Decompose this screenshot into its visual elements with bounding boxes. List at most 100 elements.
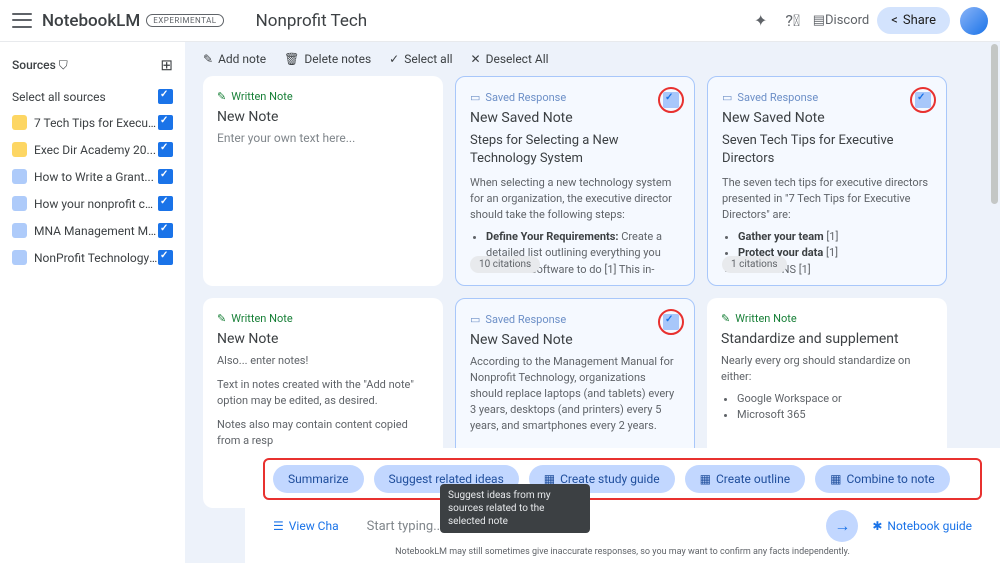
select-all-sources[interactable]: Select all sources — [6, 84, 179, 109]
select-all-checkbox[interactable] — [158, 89, 173, 104]
card-label: ✎Written Note — [217, 90, 429, 103]
card-label: ✎Written Note — [217, 312, 429, 325]
doc-icon: ▦ — [830, 472, 841, 486]
note-card[interactable]: ▭Saved Response New Saved Note Seven Tech … — [707, 76, 947, 286]
source-label: How to Write a Grant... — [34, 170, 158, 184]
source-icon — [12, 169, 27, 184]
list-icon: ☰ — [273, 519, 284, 533]
app-logo: NotebookLM — [42, 11, 140, 31]
selection-ring — [658, 309, 684, 335]
source-item[interactable]: How your nonprofit ca... — [6, 190, 179, 217]
card-label: ▭Saved Response — [470, 313, 680, 326]
notebook-guide-button[interactable]: ✱Notebook guide — [872, 519, 972, 533]
card-text: Text in notes created with the "Add note… — [217, 377, 429, 409]
card-label: ▭Saved Response — [470, 91, 680, 104]
action-combine-to-note[interactable]: ▦Combine to note — [815, 465, 950, 493]
add-source-icon[interactable]: ⊞ — [160, 56, 173, 74]
bookmark-icon: ▭ — [722, 91, 732, 104]
shield-icon: ⛉ — [59, 58, 68, 72]
card-subtitle: Seven Tech Tips for Executive Directors — [722, 132, 932, 167]
source-item[interactable]: NonProfit Technology ... — [6, 244, 179, 271]
delete-notes-button[interactable]: 🗑Delete notes — [284, 52, 371, 66]
source-icon — [12, 115, 27, 130]
card-title: New Saved Note — [470, 332, 680, 348]
card-checkbox[interactable] — [663, 92, 679, 108]
card-text: When selecting a new technology system f… — [470, 175, 680, 223]
help-icon[interactable]: ?⃝ — [779, 7, 807, 35]
card-subtitle: Steps for Selecting a New Technology Sys… — [470, 132, 680, 167]
scrollbar[interactable] — [991, 44, 998, 204]
card-title: New Saved Note — [722, 110, 932, 126]
main-content: ✎Add note 🗑Delete notes ✓Select all ✕Des… — [185, 42, 1000, 563]
source-icon — [12, 142, 27, 157]
sparkle-icon: ✱ — [872, 519, 882, 533]
card-title: New Note — [217, 109, 429, 125]
source-checkbox[interactable] — [158, 223, 173, 238]
card-label: ▭Saved Response — [722, 91, 932, 104]
source-item[interactable]: 7 Tech Tips for Executi... — [6, 109, 179, 136]
pencil-icon: ✎ — [203, 52, 213, 66]
note-card[interactable]: ✎Written Note New Note Enter your own text… — [203, 76, 443, 286]
share-button[interactable]: <Share — [877, 7, 950, 34]
share-icon: < — [891, 13, 898, 28]
card-text: Also... enter notes! — [217, 353, 429, 369]
sources-sidebar: Sources ⛉ ⊞ Select all sources 7 Tech Ti… — [0, 42, 185, 563]
source-icon — [12, 196, 27, 211]
notes-grid: ✎Written Note New Note Enter your own text… — [185, 76, 1000, 508]
suggested-actions: SummarizeSuggest related ideas▦Create st… — [263, 458, 982, 500]
source-checkbox[interactable] — [158, 169, 173, 184]
check-icon: ✓ — [389, 52, 399, 66]
sources-heading: Sources ⛉ ⊞ — [6, 52, 179, 84]
send-button[interactable]: → — [826, 510, 858, 542]
action-summarize[interactable]: Summarize — [273, 465, 364, 493]
source-checkbox[interactable] — [158, 196, 173, 211]
note-card[interactable]: ▭Saved Response New Saved Note Steps for S… — [455, 76, 695, 286]
card-text: Notes also may contain content copied fr… — [217, 417, 429, 449]
trash-icon: 🗑 — [284, 52, 299, 66]
card-label: ✎Written Note — [721, 312, 933, 325]
user-avatar[interactable] — [960, 7, 988, 35]
source-item[interactable]: MNA Management Ma... — [6, 217, 179, 244]
card-text: The seven tech tips for executive direct… — [722, 175, 932, 223]
x-icon: ✕ — [471, 52, 481, 66]
sparkle-icon[interactable]: ✦ — [747, 7, 775, 35]
card-text: According to the Management Manual for N… — [470, 354, 680, 434]
experimental-badge: EXPERIMENTAL — [146, 14, 223, 27]
source-label: How your nonprofit ca... — [34, 197, 158, 211]
source-label: 7 Tech Tips for Executi... — [34, 116, 158, 130]
discord-link[interactable]: ▤ Discord — [813, 13, 870, 28]
deselect-all-button[interactable]: ✕Deselect All — [471, 52, 549, 66]
citations-badge[interactable]: 1 citations — [722, 256, 787, 273]
add-note-button[interactable]: ✎Add note — [203, 52, 266, 66]
select-all-button[interactable]: ✓Select all — [389, 52, 452, 66]
card-checkbox[interactable] — [663, 314, 679, 330]
source-checkbox[interactable] — [158, 142, 173, 157]
source-icon — [12, 250, 27, 265]
selection-ring — [658, 87, 684, 113]
source-label: NonProfit Technology ... — [34, 251, 158, 265]
bookmark-icon: ▭ — [470, 91, 480, 104]
disclaimer: NotebookLM may still sometimes give inac… — [263, 547, 982, 557]
source-icon — [12, 223, 27, 238]
menu-icon[interactable] — [12, 11, 32, 31]
source-checkbox[interactable] — [158, 250, 173, 265]
source-item[interactable]: Exec Dir Academy 20... — [6, 136, 179, 163]
bookmark-icon: ▭ — [470, 313, 480, 326]
notebook-title: Nonprofit Tech — [256, 11, 368, 31]
card-title: New Saved Note — [470, 110, 680, 126]
chat-icon: ▤ — [813, 13, 825, 28]
pencil-icon: ✎ — [721, 312, 730, 325]
card-title: New Note — [217, 331, 429, 347]
source-item[interactable]: How to Write a Grant... — [6, 163, 179, 190]
action-create-outline[interactable]: ▦Create outline — [685, 465, 805, 493]
citations-badge[interactable]: 10 citations — [470, 256, 540, 273]
card-bullets: Google Workspace orMicrosoft 365 — [721, 391, 933, 424]
card-checkbox[interactable] — [915, 92, 931, 108]
tooltip: Suggest ideas from my sources related to… — [440, 484, 590, 533]
pencil-icon: ✎ — [217, 312, 226, 325]
source-checkbox[interactable] — [158, 115, 173, 130]
source-label: Exec Dir Academy 20... — [34, 143, 158, 157]
view-chat-button[interactable]: ☰View Cha — [273, 519, 339, 533]
pencil-icon: ✎ — [217, 90, 226, 103]
card-placeholder: Enter your own text here... — [217, 131, 429, 145]
